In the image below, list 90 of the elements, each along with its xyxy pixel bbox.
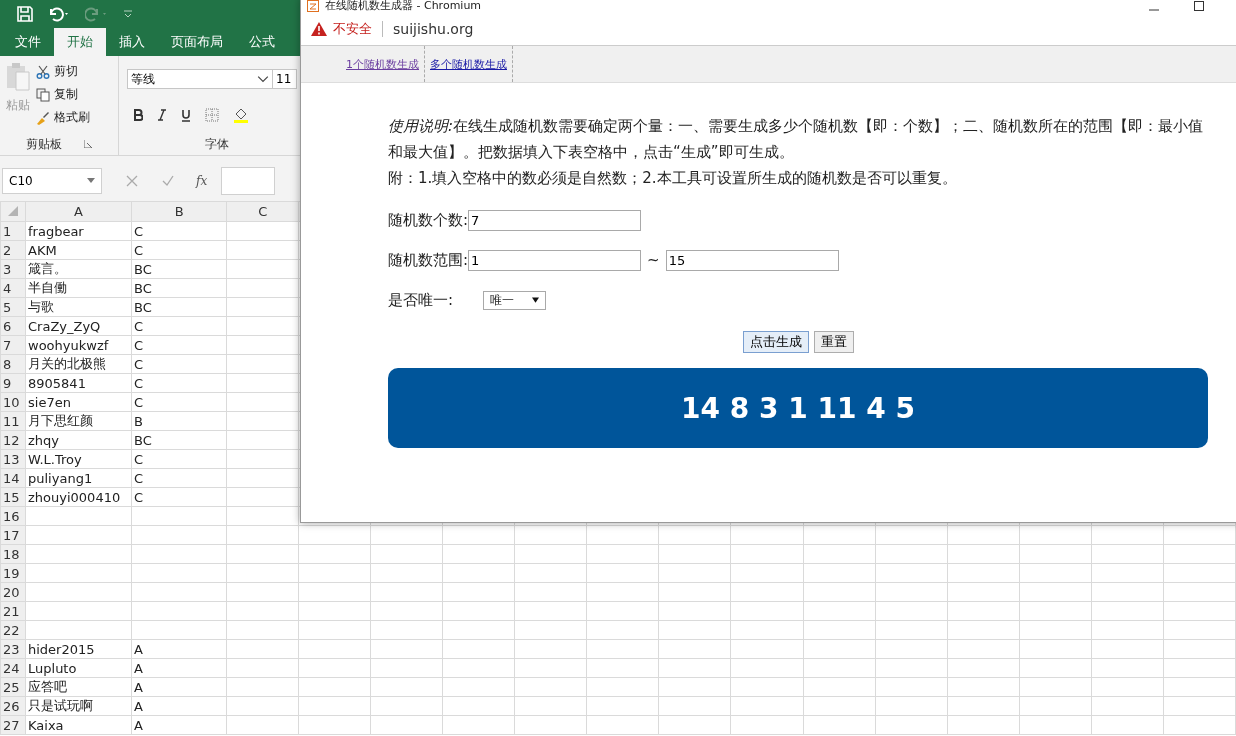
min-field[interactable]: 1 (468, 249, 642, 271)
chevron-icon (257, 75, 269, 83)
column-header[interactable]: C (226, 201, 299, 222)
group-label: 剪贴板 (26, 135, 62, 153)
table-cell: C (134, 337, 144, 353)
column-header[interactable]: A (25, 201, 132, 222)
table-cell: woohyukwzf (28, 337, 109, 353)
table-cell: puliyang1 (28, 470, 93, 486)
formula-field[interactable] (221, 166, 276, 195)
form-button[interactable]: 重置 (813, 331, 854, 353)
bold-icon[interactable] (133, 109, 143, 121)
table-cell: hider2015 (28, 641, 95, 657)
table-cell: C (134, 375, 144, 391)
font-size-field[interactable]: 11 (273, 69, 297, 89)
table-cell: A (134, 698, 143, 714)
table-cell: C (134, 470, 144, 486)
table-cell: C (134, 318, 144, 334)
caret-icon (87, 178, 95, 183)
scissors-icon (36, 64, 50, 79)
security-label[interactable]: 不安全 (333, 20, 372, 38)
result-numbers: 14 8 3 1 11 4 5 (681, 391, 915, 425)
range-separator: ~ (647, 251, 660, 269)
table-cell: 半自働 (28, 280, 67, 295)
insert-function-button[interactable]: fx (196, 173, 208, 188)
dialog-launcher-icon[interactable] (84, 140, 92, 148)
table-cell: BC (134, 261, 152, 277)
copy-icon (36, 87, 50, 102)
table-cell: 应答吧 (28, 679, 67, 694)
note-text: 附：1.填入空格中的数必须是自然数；2.本工具可设置所生成的随机数是否可以重复。 (388, 168, 958, 189)
nav-link[interactable]: 多个随机数生成 (425, 46, 513, 82)
window-title: 在线随机数生成器 - Chromium (325, 0, 482, 12)
maximize-icon[interactable] (1194, 1, 1204, 11)
field-label: 随机数范围: (388, 250, 469, 270)
ribbon-tab[interactable]: 页面布局 (158, 28, 236, 56)
table-cell: Lupluto (28, 660, 77, 676)
table-cell: fragbear (28, 223, 84, 239)
table-cell: C (134, 451, 144, 467)
table-cell: A (134, 717, 143, 733)
table-cell: C (134, 223, 144, 239)
column-header[interactable]: B (131, 201, 227, 222)
table-cell: 月下思红颜 (28, 413, 93, 428)
table-cell: Kaixa (28, 717, 64, 733)
unique-select[interactable]: 唯一 (483, 290, 546, 310)
underline-icon[interactable] (181, 108, 191, 122)
table-cell: zhouyi000410 (28, 489, 121, 505)
table-cell: A (134, 679, 143, 695)
name-box[interactable]: C10 (2, 167, 102, 194)
table-cell: C (134, 242, 144, 258)
brush-icon (36, 110, 50, 125)
customize-icon[interactable] (123, 9, 133, 19)
table-cell: sie7en (28, 394, 71, 410)
table-cell: zhqy (28, 432, 60, 448)
fill-color-icon[interactable] (233, 107, 249, 123)
table-cell: A (134, 660, 143, 676)
table-cell: B (134, 413, 143, 429)
table-cell: C (134, 356, 144, 372)
address-field[interactable]: suijishu.org (393, 21, 474, 37)
group-label: 字体 (205, 135, 229, 153)
form-button[interactable]: 点击生成 (742, 331, 809, 353)
field-label: 随机数个数: (388, 210, 469, 230)
italic-icon[interactable] (157, 109, 167, 121)
table-cell: BC (134, 280, 152, 296)
table-cell: C (134, 489, 144, 505)
ribbon-tab[interactable]: 文件 (2, 28, 54, 56)
undo-icon[interactable] (47, 6, 71, 22)
table-cell: A (134, 641, 143, 657)
table-cell: BC (134, 299, 152, 315)
max-field[interactable]: 15 (665, 249, 839, 271)
table-cell: CraZy_ZyQ (28, 318, 101, 334)
table-cell: 箴言。 (28, 261, 67, 276)
warning-icon (311, 22, 327, 36)
instructions-text: 使用说明:在线生成随机数需要确定两个量：一、需要生成多少个随机数【即：个数】；二、随机数所在的范围【即：最小值和最大值】。把数据填入下表空格中，点击“生成”即可生成。 (388, 116, 1205, 163)
table-cell: AKM (28, 242, 57, 258)
table-cell: 8905841 (28, 375, 86, 391)
save-icon[interactable] (17, 6, 33, 22)
count-field[interactable]: 7 (468, 209, 642, 231)
font-name-field[interactable]: 等线 (127, 69, 273, 89)
table-cell: C (134, 394, 144, 410)
clipboard-icon (6, 63, 30, 91)
nav-link[interactable]: 1个随机数生成 (341, 46, 425, 82)
table-cell: 月关的北极熊 (28, 356, 106, 371)
ribbon-tab[interactable]: 公式 (236, 28, 288, 56)
table-cell: BC (134, 432, 152, 448)
table-cell: 只是试玩啊 (28, 698, 93, 713)
table-cell: W.L.Troy (28, 451, 82, 467)
field-label: 是否唯一: (388, 290, 455, 310)
ribbon-tab[interactable]: 插入 (106, 28, 158, 56)
table-cell: 与歌 (28, 299, 54, 314)
ribbon-tab[interactable]: 开始 (54, 28, 106, 56)
caret-icon (532, 297, 539, 303)
